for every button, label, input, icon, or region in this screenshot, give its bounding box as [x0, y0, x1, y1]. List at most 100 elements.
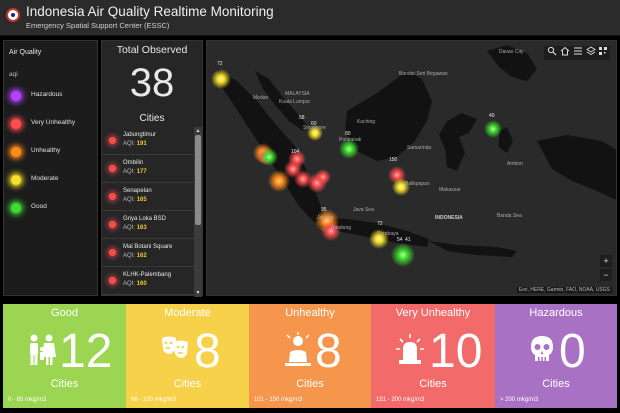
map-label: Kuala Lumpur — [279, 99, 311, 105]
map-label: MALAYSIA — [285, 91, 310, 97]
tile-hazardous: Hazardous 0 Cities > 200 mkg/m3 — [495, 304, 617, 408]
city-name: Griya Loka BSD — [123, 216, 167, 222]
city-list-item[interactable]: Senapelan AQI: 165 — [102, 183, 194, 211]
search-icon[interactable] — [547, 46, 557, 56]
alarm-icon — [396, 334, 424, 364]
city-list-item[interactable]: Jabungtimur AQI: 191 — [102, 127, 194, 155]
family-icon — [30, 334, 56, 365]
total-observed-panel: Total Observed 38 Cities Jabungtimur AQI… — [101, 40, 203, 297]
tile-title: Hazardous — [529, 307, 583, 319]
city-name: Senapelan — [123, 188, 152, 194]
tile-title: Unhealthy — [285, 307, 335, 319]
map-label: Davao City — [499, 49, 524, 55]
zoom-in-button[interactable]: + — [600, 255, 612, 267]
marker-label: 41 — [405, 237, 411, 243]
city-aqi: AQI: 162 — [123, 253, 147, 259]
city-list-item[interactable]: Griya Loka BSD AQI: 163 — [102, 211, 194, 239]
city-name: Ombilin — [123, 160, 144, 166]
tile-title: Good — [51, 307, 78, 319]
qr-icon[interactable] — [598, 46, 608, 56]
map-label: INDONESIA — [435, 215, 463, 221]
app-title: Indonesia Air Quality Realtime Monitorin… — [26, 4, 274, 19]
tile-count: 8 — [194, 325, 221, 378]
tile-unit: Cities — [173, 378, 202, 390]
status-dot — [109, 277, 116, 284]
city-name: Mal Botani Square — [123, 244, 173, 250]
legend-label: Moderate — [31, 175, 59, 182]
map-label: Pontianak — [339, 137, 362, 143]
tile-moderate: Moderate 8 Cities 66 - 100 mkg/m3 — [126, 304, 249, 408]
city-list-item[interactable]: KLHK-Palembang AQI: 160 — [102, 267, 194, 295]
map-label: Bandar Seri Begawan — [399, 71, 448, 77]
scroll-down-arrow-icon[interactable]: ▼ — [194, 289, 202, 297]
status-dot — [109, 193, 116, 200]
status-dot — [109, 221, 116, 228]
tile-unhealthy: Unhealthy 8 Cities 101 - 150 mkg/m3 — [249, 304, 371, 408]
city-aqi: AQI: 165 — [123, 197, 147, 203]
skull-icon — [531, 336, 553, 361]
legend-label: Very Unhealthy — [31, 119, 76, 126]
list-icon[interactable] — [573, 46, 583, 56]
tile-count: 0 — [559, 325, 586, 378]
map-label: Ambon — [507, 161, 523, 167]
tile-count: 8 — [315, 325, 342, 378]
legend-dot — [11, 91, 21, 101]
zoom-out-button[interactable]: − — [600, 269, 612, 281]
marker-label: 58 — [299, 115, 305, 121]
map-label: Banda Sea — [497, 213, 522, 219]
map-label: Makassar — [439, 187, 461, 193]
aqi-marker[interactable] — [484, 120, 502, 138]
scroll-up-arrow-icon[interactable]: ▲ — [194, 127, 202, 135]
map-label: Balikpapan — [405, 181, 430, 187]
aqi-marker[interactable] — [321, 221, 341, 241]
aqi-marker[interactable] — [211, 69, 231, 89]
tile-range: 151 - 200 mkg/m3 — [376, 397, 425, 403]
city-list: Jabungtimur AQI: 191 Ombilin AQI: 177 Se… — [102, 127, 194, 297]
app-header: Indonesia Air Quality Realtime Monitorin… — [0, 0, 620, 36]
map-label: Java Sea — [353, 207, 374, 213]
map-label: Kuching — [357, 119, 376, 125]
city-aqi: AQI: 163 — [123, 225, 147, 231]
tile-unit: Cities — [419, 378, 447, 390]
tile-range: 66 - 100 mkg/m3 — [131, 397, 177, 403]
map-label: Bandung — [331, 225, 352, 231]
tile-range: 0 - 65 mkg/m3 — [8, 397, 47, 403]
aqi-marker[interactable] — [315, 169, 331, 185]
observed-title: Total Observed — [116, 44, 188, 56]
observed-unit: Cities — [139, 113, 165, 124]
marker-label: 72 — [377, 221, 383, 227]
marker-label: 95 — [321, 207, 327, 213]
sick-person-icon — [285, 332, 311, 366]
aqi-marker[interactable] — [391, 243, 415, 267]
legend-dot — [11, 147, 21, 157]
marker-label: 72 — [217, 61, 223, 67]
city-list-item[interactable]: Mal Botani Square AQI: 162 — [102, 239, 194, 267]
marker-label: 104 — [291, 149, 300, 155]
map-label: Surabaya — [377, 231, 399, 237]
city-list-item[interactable]: Ombilin AQI: 177 — [102, 155, 194, 183]
tile-count: 12 — [59, 325, 113, 378]
city-aqi: AQI: 177 — [123, 169, 147, 175]
city-name: Jabungtimur — [123, 132, 157, 138]
legend-dot — [11, 119, 21, 129]
legend-item-hazardous: Hazardous — [9, 89, 97, 103]
legend-title: Air Quality — [9, 49, 42, 56]
layers-icon[interactable] — [586, 46, 596, 56]
map-view[interactable]: 72 58 104 60 80 150 95 72 54 41 40 Davao… — [206, 40, 617, 296]
tile-title: Very Unhealthy — [395, 307, 471, 319]
status-dot — [109, 165, 116, 172]
theater-masks-icon — [162, 336, 188, 358]
scroll-thumb[interactable] — [195, 135, 201, 225]
home-icon[interactable] — [560, 46, 570, 56]
map-toolbar — [544, 46, 610, 60]
essc-logo-icon — [6, 8, 20, 22]
legend-item-good: Good — [9, 201, 97, 215]
tile-unit: Cities — [296, 378, 324, 390]
marker-label: 54 — [397, 237, 403, 243]
category-tiles: Good 12 Cities 0 - 65 mkg/m3 Moderate 8 … — [3, 304, 617, 408]
city-list-scrollbar[interactable]: ▲ ▼ — [194, 127, 202, 297]
aqi-marker[interactable] — [260, 148, 278, 166]
marker-label: 150 — [389, 157, 398, 163]
legend-label: Hazardous — [31, 91, 63, 98]
city-name: KLHK-Palembang — [123, 272, 172, 278]
